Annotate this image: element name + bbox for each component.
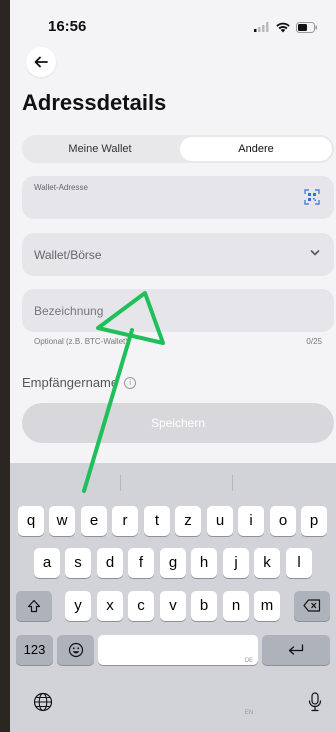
key-h[interactable]: h [191,548,217,578]
page-title: Adressdetails [22,90,167,115]
numbers-key[interactable]: 123 [16,635,53,665]
space-language-hint: DE EN [244,658,254,716]
key-m[interactable]: m [254,591,280,621]
app-screen: 16:56 Adressdetails Meine Wallet Andere … [10,0,336,732]
key-i[interactable]: i [238,506,264,536]
wallet-address-label: Wallet-Adresse [34,183,88,192]
battery-icon [296,21,317,33]
key-w[interactable]: w [49,506,75,536]
status-bar: 16:56 [10,0,336,46]
key-u[interactable]: u [207,506,233,536]
backspace-icon [303,599,321,612]
status-icons [254,20,318,34]
back-button[interactable] [26,47,56,77]
key-q[interactable]: q [18,506,44,536]
keyboard-suggestion-bar [10,467,336,497]
recipient-name-row[interactable]: Empfängername i [22,375,137,390]
arrow-left-icon [34,56,48,68]
backspace-key[interactable] [294,591,330,621]
tab-my-wallet[interactable]: Meine Wallet [24,137,176,161]
key-k[interactable]: k [254,548,280,578]
name-hint: Optional (z.B. BTC-Wallet) [34,337,128,346]
wifi-icon [276,22,290,32]
name-placeholder: Bezeichnung [34,304,104,318]
key-a[interactable]: a [34,548,60,578]
key-c[interactable]: c [128,591,154,621]
key-l[interactable]: l [286,548,312,578]
globe-icon[interactable] [33,692,53,712]
wallet-exchange-select[interactable]: Wallet/Börse [22,233,334,276]
shift-icon [27,599,41,613]
emoji-icon [68,642,83,658]
onscreen-keyboard: q w e r t z u i o p a s d f g h j k l y … [10,463,336,732]
status-time: 16:56 [48,18,87,35]
info-icon[interactable]: i [124,376,137,389]
key-v[interactable]: v [160,591,186,621]
save-button[interactable]: Speichern [22,403,334,443]
key-t[interactable]: t [144,506,170,536]
key-j[interactable]: j [223,548,249,578]
key-x[interactable]: x [97,591,123,621]
space-key[interactable]: DE EN [98,635,258,716]
recipient-name-label: Empfängername [22,375,119,390]
microphone-icon[interactable] [308,692,322,712]
return-key[interactable] [262,635,330,665]
key-z[interactable]: z [175,506,201,536]
wallet-exchange-placeholder: Wallet/Börse [34,248,102,262]
key-n[interactable]: n [223,591,249,621]
key-f[interactable]: f [128,548,154,578]
chevron-down-icon [310,250,320,256]
wallet-type-segmented-control: Meine Wallet Andere [22,135,334,163]
key-g[interactable]: g [160,548,186,578]
qr-scan-icon[interactable] [304,189,320,205]
cellular-signal-icon [254,22,269,32]
key-b[interactable]: b [191,591,217,621]
key-y[interactable]: y [65,591,91,621]
key-o[interactable]: o [270,506,296,536]
name-input[interactable]: Bezeichnung [22,289,334,332]
key-r[interactable]: r [112,506,138,536]
emoji-key[interactable] [57,635,94,665]
shift-key[interactable] [16,591,52,621]
key-e[interactable]: e [81,506,107,536]
wallet-address-field[interactable]: Wallet-Adresse [22,176,334,219]
name-char-count: 0/25 [306,337,322,346]
return-icon [288,644,304,655]
key-d[interactable]: d [97,548,123,578]
key-p[interactable]: p [301,506,327,536]
tab-other[interactable]: Andere [180,137,332,161]
key-s[interactable]: s [65,548,91,578]
